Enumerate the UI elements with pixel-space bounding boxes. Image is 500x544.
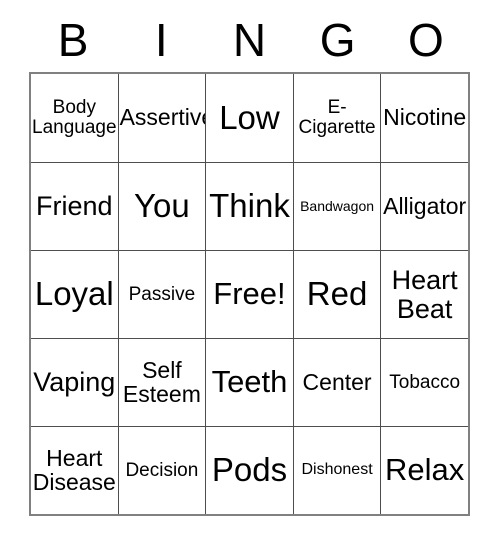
bingo-cell-label: Body Language (32, 97, 117, 138)
bingo-cell[interactable]: Passive (117, 250, 206, 338)
bingo-cell[interactable]: Tobacco (380, 338, 468, 426)
bingo-cell-label: Assertive (119, 104, 206, 131)
bingo-cell-label: Passive (128, 283, 196, 305)
bingo-cell[interactable]: Vaping (31, 338, 118, 426)
bingo-cell[interactable]: Center (292, 338, 381, 426)
bingo-header-row: B I N G O (29, 8, 470, 72)
header-letter-o: O (407, 14, 444, 66)
bingo-cell[interactable]: Nicotine (380, 74, 468, 162)
bingo-cell[interactable]: Bandwagon (292, 162, 381, 250)
bingo-cell[interactable]: Teeth (205, 338, 293, 426)
bingo-cell[interactable]: Decision (117, 426, 206, 514)
bingo-cell[interactable]: Red (292, 250, 381, 338)
bingo-cell-label: Nicotine (383, 104, 467, 131)
bingo-cell-label: Teeth (211, 364, 288, 400)
bingo-row: Loyal Passive Free! Red Heart Beat (31, 250, 468, 338)
bingo-cell[interactable]: Heart Disease (31, 426, 118, 514)
bingo-cell[interactable]: E- Cigarette (292, 74, 381, 162)
bingo-grid: Body Language Assertive Low E- Cigarette… (29, 72, 470, 516)
bingo-cell-label: Loyal (34, 275, 114, 313)
bingo-cell[interactable]: You (117, 162, 206, 250)
bingo-cell-label: Decision (125, 459, 199, 481)
bingo-cell-label: Low (219, 98, 280, 136)
bingo-cell[interactable]: Friend (31, 162, 118, 250)
bingo-cell[interactable]: Alligator (380, 162, 468, 250)
bingo-cell-label: Red (306, 275, 368, 313)
bingo-cell[interactable]: Body Language (31, 74, 118, 162)
bingo-cell[interactable]: Dishonest (292, 426, 381, 514)
header-letter-g: G (319, 14, 356, 66)
bingo-cell[interactable]: Pods (205, 426, 293, 514)
bingo-cell-label: Relax (385, 452, 465, 488)
header-letter-n: N (232, 14, 267, 66)
bingo-cell[interactable]: Think (205, 162, 293, 250)
bingo-row: Friend You Think Bandwagon Alligator (31, 162, 468, 250)
bingo-cell-label: Tobacco (389, 371, 461, 393)
bingo-cell-label: You (134, 187, 190, 225)
bingo-row: Heart Disease Decision Pods Dishonest Re… (31, 426, 468, 514)
bingo-cell[interactable]: Loyal (31, 250, 118, 338)
bingo-cell-label: Heart Beat (391, 265, 458, 324)
bingo-cell-label: Self Esteem (122, 356, 201, 407)
bingo-card: B I N G O Body Language Assertive Low E-… (29, 8, 470, 516)
bingo-cell[interactable]: Assertive (117, 74, 206, 162)
bingo-cell-label: Pods (211, 451, 288, 489)
bingo-cell-label: Center (302, 368, 372, 395)
bingo-cell[interactable]: Relax (380, 426, 468, 514)
bingo-cell-label: E- Cigarette (298, 97, 376, 138)
bingo-cell[interactable]: Heart Beat (380, 250, 468, 338)
bingo-cell-label: Bandwagon (300, 198, 375, 215)
bingo-row: Body Language Assertive Low E- Cigarette… (31, 74, 468, 162)
bingo-row: Vaping Self Esteem Teeth Center Tobacco (31, 338, 468, 426)
bingo-cell-label: Free! (213, 276, 286, 312)
bingo-cell-label: Vaping (33, 367, 116, 398)
bingo-cell-free-space[interactable]: Free! (205, 250, 293, 338)
bingo-cell-label: Dishonest (301, 461, 373, 479)
header-letter-i: I (154, 14, 168, 66)
bingo-cell-label: Friend (36, 191, 113, 222)
bingo-cell-label: Alligator (383, 192, 467, 219)
bingo-cell[interactable]: Low (205, 74, 293, 162)
bingo-cell[interactable]: Self Esteem (117, 338, 206, 426)
header-letter-b: B (57, 14, 89, 66)
bingo-cell-label: Heart Disease (32, 444, 116, 495)
bingo-cell-label: Think (209, 187, 290, 225)
